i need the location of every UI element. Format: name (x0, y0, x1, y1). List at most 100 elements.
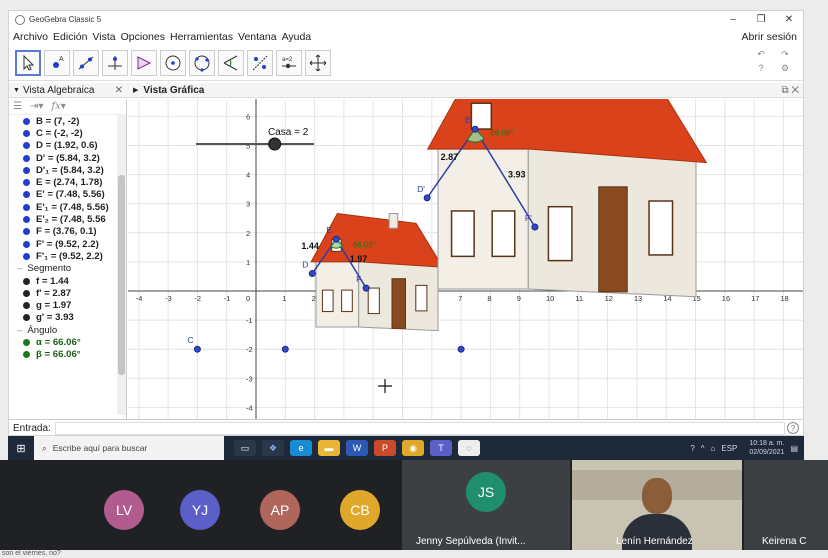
participant-tile-keirena[interactable]: Keirena C (744, 460, 828, 552)
visibility-toggle-icon[interactable] (23, 129, 30, 137)
algebra-group-header[interactable]: – Segmento (13, 263, 126, 275)
graphics-view-header[interactable]: ▶ Vista Gráfica ⧉ ✕ (127, 85, 803, 96)
menu-edicion[interactable]: Edición (53, 31, 87, 43)
line-tool-button[interactable] (73, 49, 99, 76)
visibility-toggle-icon[interactable] (23, 289, 30, 297)
move-tool-button[interactable] (15, 49, 41, 76)
visibility-toggle-icon[interactable] (23, 240, 30, 248)
algebra-item[interactable]: D = (1.92, 0.6) (13, 140, 126, 152)
visibility-toggle-icon[interactable] (23, 117, 30, 125)
reflect-tool-button[interactable] (247, 49, 273, 76)
menu-opciones[interactable]: Opciones (121, 31, 165, 43)
undo-button[interactable]: ↶ (749, 49, 773, 63)
visibility-toggle-icon[interactable] (23, 166, 30, 174)
algebra-item[interactable]: β = 66.06° (13, 349, 126, 361)
teams-icon[interactable]: T (430, 440, 452, 456)
menu-archivo[interactable]: Archivo (13, 31, 48, 43)
polygon-tool-button[interactable] (131, 49, 157, 76)
view-menu-icons[interactable]: ⧉ ✕ (781, 85, 799, 96)
visibility-toggle-icon[interactable] (23, 216, 30, 224)
participant-tile-lenin[interactable]: Lenín Hernández (572, 460, 742, 552)
menu-vista[interactable]: Vista (92, 31, 115, 43)
circle-three-points-button[interactable] (189, 49, 215, 76)
collapse-group-icon[interactable]: – (17, 263, 22, 274)
language-indicator[interactable]: ESP (721, 444, 737, 453)
close-view-icon[interactable]: ✕ (115, 85, 123, 96)
algebra-item[interactable]: g' = 3.93 (13, 312, 126, 324)
move-graphics-view-button[interactable] (305, 49, 331, 76)
visibility-toggle-icon[interactable] (23, 252, 30, 260)
algebra-item[interactable]: F' = (9.52, 2.2) (13, 238, 126, 250)
algebra-item[interactable]: E = (2.74, 1.78) (13, 176, 126, 188)
visibility-toggle-icon[interactable] (23, 338, 30, 346)
visibility-toggle-icon[interactable] (23, 228, 30, 236)
visibility-toggle-icon[interactable] (23, 302, 30, 310)
visibility-toggle-icon[interactable] (23, 351, 30, 359)
clock[interactable]: 10:18 a. m. 02/09/2021 (743, 439, 784, 457)
participant-tile-jenny[interactable]: JS Jenny Sepúlveda (Invit... (402, 460, 570, 552)
point-tool-button[interactable]: A (44, 49, 70, 76)
visibility-toggle-icon[interactable] (23, 154, 30, 162)
notification-icon[interactable]: ▤ (790, 444, 798, 453)
algebra-item[interactable]: g = 1.97 (13, 299, 126, 311)
algebra-item[interactable]: α = 66.06° (13, 336, 126, 348)
algebra-item[interactable]: f = 1.44 (13, 275, 126, 287)
sort-icon[interactable]: ☰ (13, 101, 22, 112)
minimize-button[interactable]: – (719, 14, 747, 25)
help-icon[interactable]: ? (749, 63, 773, 77)
menu-herramientas[interactable]: Herramientas (170, 31, 233, 43)
algebra-item[interactable]: D'₁ = (5.84, 3.2) (13, 164, 126, 176)
windows-start-icon[interactable]: ⊞ (8, 442, 34, 455)
slider-knob[interactable] (268, 137, 282, 151)
visibility-toggle-icon[interactable] (23, 191, 30, 199)
word-icon[interactable]: W (346, 440, 368, 456)
collapse-triangle-icon[interactable]: ▼ (13, 87, 20, 94)
algebra-item[interactable]: f' = 2.87 (13, 287, 126, 299)
algebra-item[interactable]: C = (-2, -2) (13, 127, 126, 139)
redo-button[interactable]: ↷ (773, 49, 797, 63)
indent-icon[interactable]: ⇥▾ (30, 101, 43, 112)
visibility-toggle-icon[interactable] (23, 203, 30, 211)
taskbar-search[interactable]: ⌕ Escribe aquí para buscar (34, 436, 224, 460)
circle-tool-button[interactable] (160, 49, 186, 76)
participant-avatar-lv[interactable]: LV (104, 490, 144, 530)
login-link[interactable]: Abrir sesión (742, 31, 797, 43)
algebra-group-header[interactable]: – Ángulo (13, 324, 126, 336)
algebra-item[interactable]: F'₁ = (9.52, 2.2) (13, 250, 126, 262)
menu-ventana[interactable]: Ventana (238, 31, 277, 43)
algebra-item[interactable]: E' = (7.48, 5.56) (13, 189, 126, 201)
tray-chevron-icon[interactable]: ^ (701, 444, 705, 453)
participant-avatar-yj[interactable]: YJ (180, 490, 220, 530)
expand-triangle-icon[interactable]: ▶ (133, 86, 138, 94)
visibility-toggle-icon[interactable] (23, 277, 30, 285)
perpendicular-tool-button[interactable] (102, 49, 128, 76)
algebra-scrollbar[interactable] (117, 115, 126, 415)
graphics-view[interactable]: -4-3-2-10123456789101112131415161718-4-3… (128, 99, 804, 419)
collapse-group-icon[interactable]: – (17, 325, 22, 336)
algebra-item[interactable]: B = (7, -2) (13, 115, 126, 127)
function-input-icon[interactable]: fx▾ (51, 101, 65, 112)
edge-icon[interactable]: e (290, 440, 312, 456)
file-explorer-icon[interactable]: ▬ (318, 440, 340, 456)
participant-avatar-cb[interactable]: CB (340, 490, 380, 530)
dropbox-icon[interactable]: ❖ (262, 440, 284, 456)
algebra-item[interactable]: E'₁ = (7.48, 5.56) (13, 201, 126, 213)
input-help-icon[interactable]: ? (787, 422, 799, 434)
slider-tool-button[interactable]: a=2 (276, 49, 302, 76)
powerpoint-icon[interactable]: P (374, 440, 396, 456)
algebra-item[interactable]: D' = (5.84, 3.2) (13, 152, 126, 164)
input-field[interactable] (54, 422, 785, 435)
visibility-toggle-icon[interactable] (23, 314, 30, 322)
geogebra-taskbar-icon[interactable]: ◌ (458, 440, 480, 456)
task-view-icon[interactable]: ▭ (234, 440, 256, 456)
scrollbar-thumb[interactable] (118, 175, 125, 375)
algebra-item[interactable]: E'₂ = (7.48, 5.56 (13, 213, 126, 225)
visibility-toggle-icon[interactable] (23, 142, 30, 150)
graphics-canvas[interactable]: -4-3-2-10123456789101112131415161718-4-3… (128, 99, 804, 419)
close-button[interactable]: ✕ (775, 14, 803, 25)
participant-avatar-ap[interactable]: AP (260, 490, 300, 530)
menu-ayuda[interactable]: Ayuda (282, 31, 312, 43)
maximize-button[interactable]: ❐ (747, 14, 775, 25)
angle-tool-button[interactable] (218, 49, 244, 76)
chrome-icon[interactable]: ◉ (402, 440, 424, 456)
